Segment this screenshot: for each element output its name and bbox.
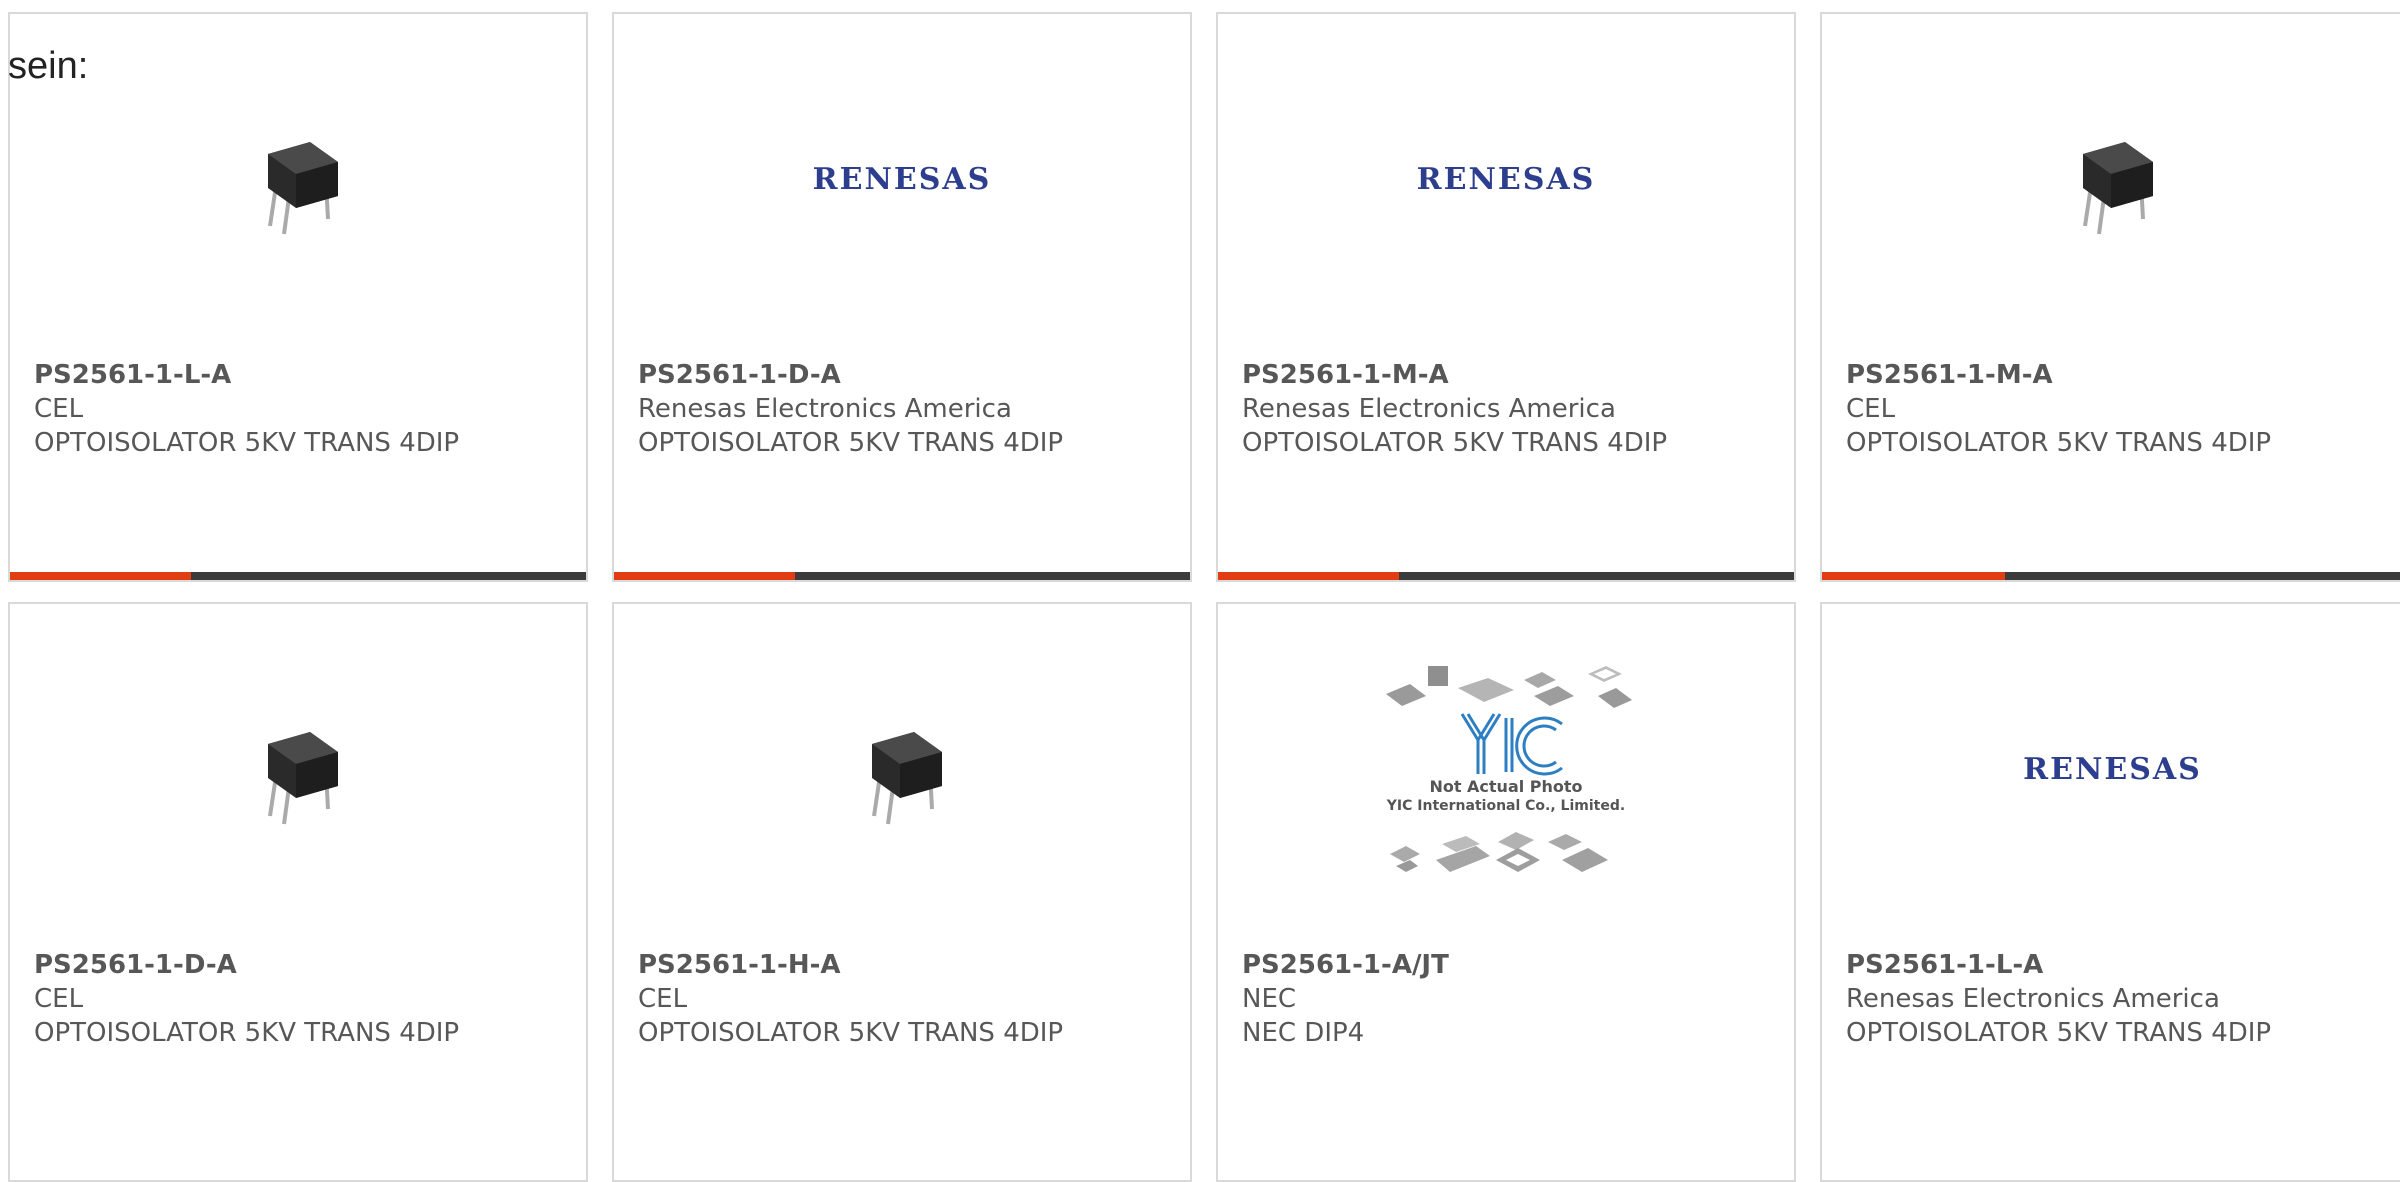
progress-bar-fill xyxy=(614,572,796,580)
description: OPTOISOLATOR 5KV TRANS 4DIP xyxy=(1846,1018,2272,1048)
description: NEC DIP4 xyxy=(1242,1018,1365,1048)
chip-icon xyxy=(268,142,338,235)
part-number[interactable]: PS2561-1-D-A xyxy=(638,358,1170,392)
photo-caption-line1: Not Actual Photo xyxy=(1429,777,1582,796)
product-card[interactable]: Not Actual Photo YIC International Co., … xyxy=(1216,602,1796,1182)
manufacturer: NEC xyxy=(1242,984,1297,1014)
renesas-logo: RENESAS xyxy=(2023,751,2202,787)
description: OPTOISOLATOR 5KV TRANS 4DIP xyxy=(1846,428,2272,458)
product-card[interactable]: PS2561-1-M-A CEL OPTOISOLATOR 5KV TRANS … xyxy=(1820,12,2400,582)
chip-icon xyxy=(2082,142,2153,235)
progress-bar-fill xyxy=(1822,572,2005,580)
description: OPTOISOLATOR 5KV TRANS 4DIP xyxy=(638,428,1064,458)
description: OPTOISOLATOR 5KV TRANS 4DIP xyxy=(638,1018,1064,1048)
product-image xyxy=(614,604,1190,944)
part-number[interactable]: PS2561-1-L-A xyxy=(34,358,566,392)
chip-icon xyxy=(872,732,942,825)
product-card[interactable]: RENESAS PS2561-1-D-A Renesas Electronics… xyxy=(612,12,1192,582)
progress-bar xyxy=(1218,572,1794,580)
product-image: RENESAS xyxy=(1822,604,2400,944)
part-number[interactable]: PS2561-1-H-A xyxy=(638,948,1170,982)
description: OPTOISOLATOR 5KV TRANS 4DIP xyxy=(34,1018,460,1048)
chip-icon xyxy=(268,732,338,825)
manufacturer: CEL xyxy=(34,394,84,424)
manufacturer: CEL xyxy=(34,984,84,1014)
not-actual-photo-placeholder: Not Actual Photo YIC International Co., … xyxy=(1386,666,1632,872)
progress-bar xyxy=(614,572,1190,580)
product-image xyxy=(10,604,586,944)
renesas-logo: RENESAS xyxy=(1416,161,1596,197)
manufacturer: CEL xyxy=(638,984,688,1014)
product-card[interactable]: PS2561-1-L-A CEL OPTOISOLATOR 5KV TRANS … xyxy=(8,12,588,582)
renesas-logo: RENESAS xyxy=(812,161,992,197)
description: OPTOISOLATOR 5KV TRANS 4DIP xyxy=(1242,428,1668,458)
product-card[interactable]: PS2561-1-D-A CEL OPTOISOLATOR 5KV TRANS … xyxy=(8,602,588,1182)
part-number[interactable]: PS2561-1-M-A xyxy=(1242,358,1774,392)
product-image xyxy=(10,14,586,354)
product-image xyxy=(1822,14,2400,354)
product-image: RENESAS xyxy=(614,14,1190,354)
product-card[interactable]: RENESAS PS2561-1-L-A Renesas Electronics… xyxy=(1820,602,2400,1182)
product-image: RENESAS xyxy=(1218,14,1794,354)
section-heading: sein: xyxy=(8,45,89,87)
progress-bar xyxy=(10,572,586,580)
product-card[interactable]: RENESAS PS2561-1-M-A Renesas Electronics… xyxy=(1216,12,1796,582)
progress-bar xyxy=(1822,572,2400,580)
part-number[interactable]: PS2561-1-L-A xyxy=(1846,948,2383,982)
photo-caption-line2: YIC International Co., Limited. xyxy=(1386,798,1625,814)
manufacturer: Renesas Electronics America xyxy=(638,394,1012,424)
manufacturer: Renesas Electronics America xyxy=(1242,394,1616,424)
part-number[interactable]: PS2561-1-A/JT xyxy=(1242,948,1774,982)
progress-bar-fill xyxy=(10,572,192,580)
progress-bar-fill xyxy=(1218,572,1400,580)
product-card[interactable]: PS2561-1-H-A CEL OPTOISOLATOR 5KV TRANS … xyxy=(612,602,1192,1182)
part-number[interactable]: PS2561-1-D-A xyxy=(34,948,566,982)
part-number[interactable]: PS2561-1-M-A xyxy=(1846,358,2383,392)
manufacturer: Renesas Electronics America xyxy=(1846,984,2220,1014)
product-image: Not Actual Photo YIC International Co., … xyxy=(1218,604,1794,944)
manufacturer: CEL xyxy=(1846,394,1896,424)
description: OPTOISOLATOR 5KV TRANS 4DIP xyxy=(34,428,460,458)
